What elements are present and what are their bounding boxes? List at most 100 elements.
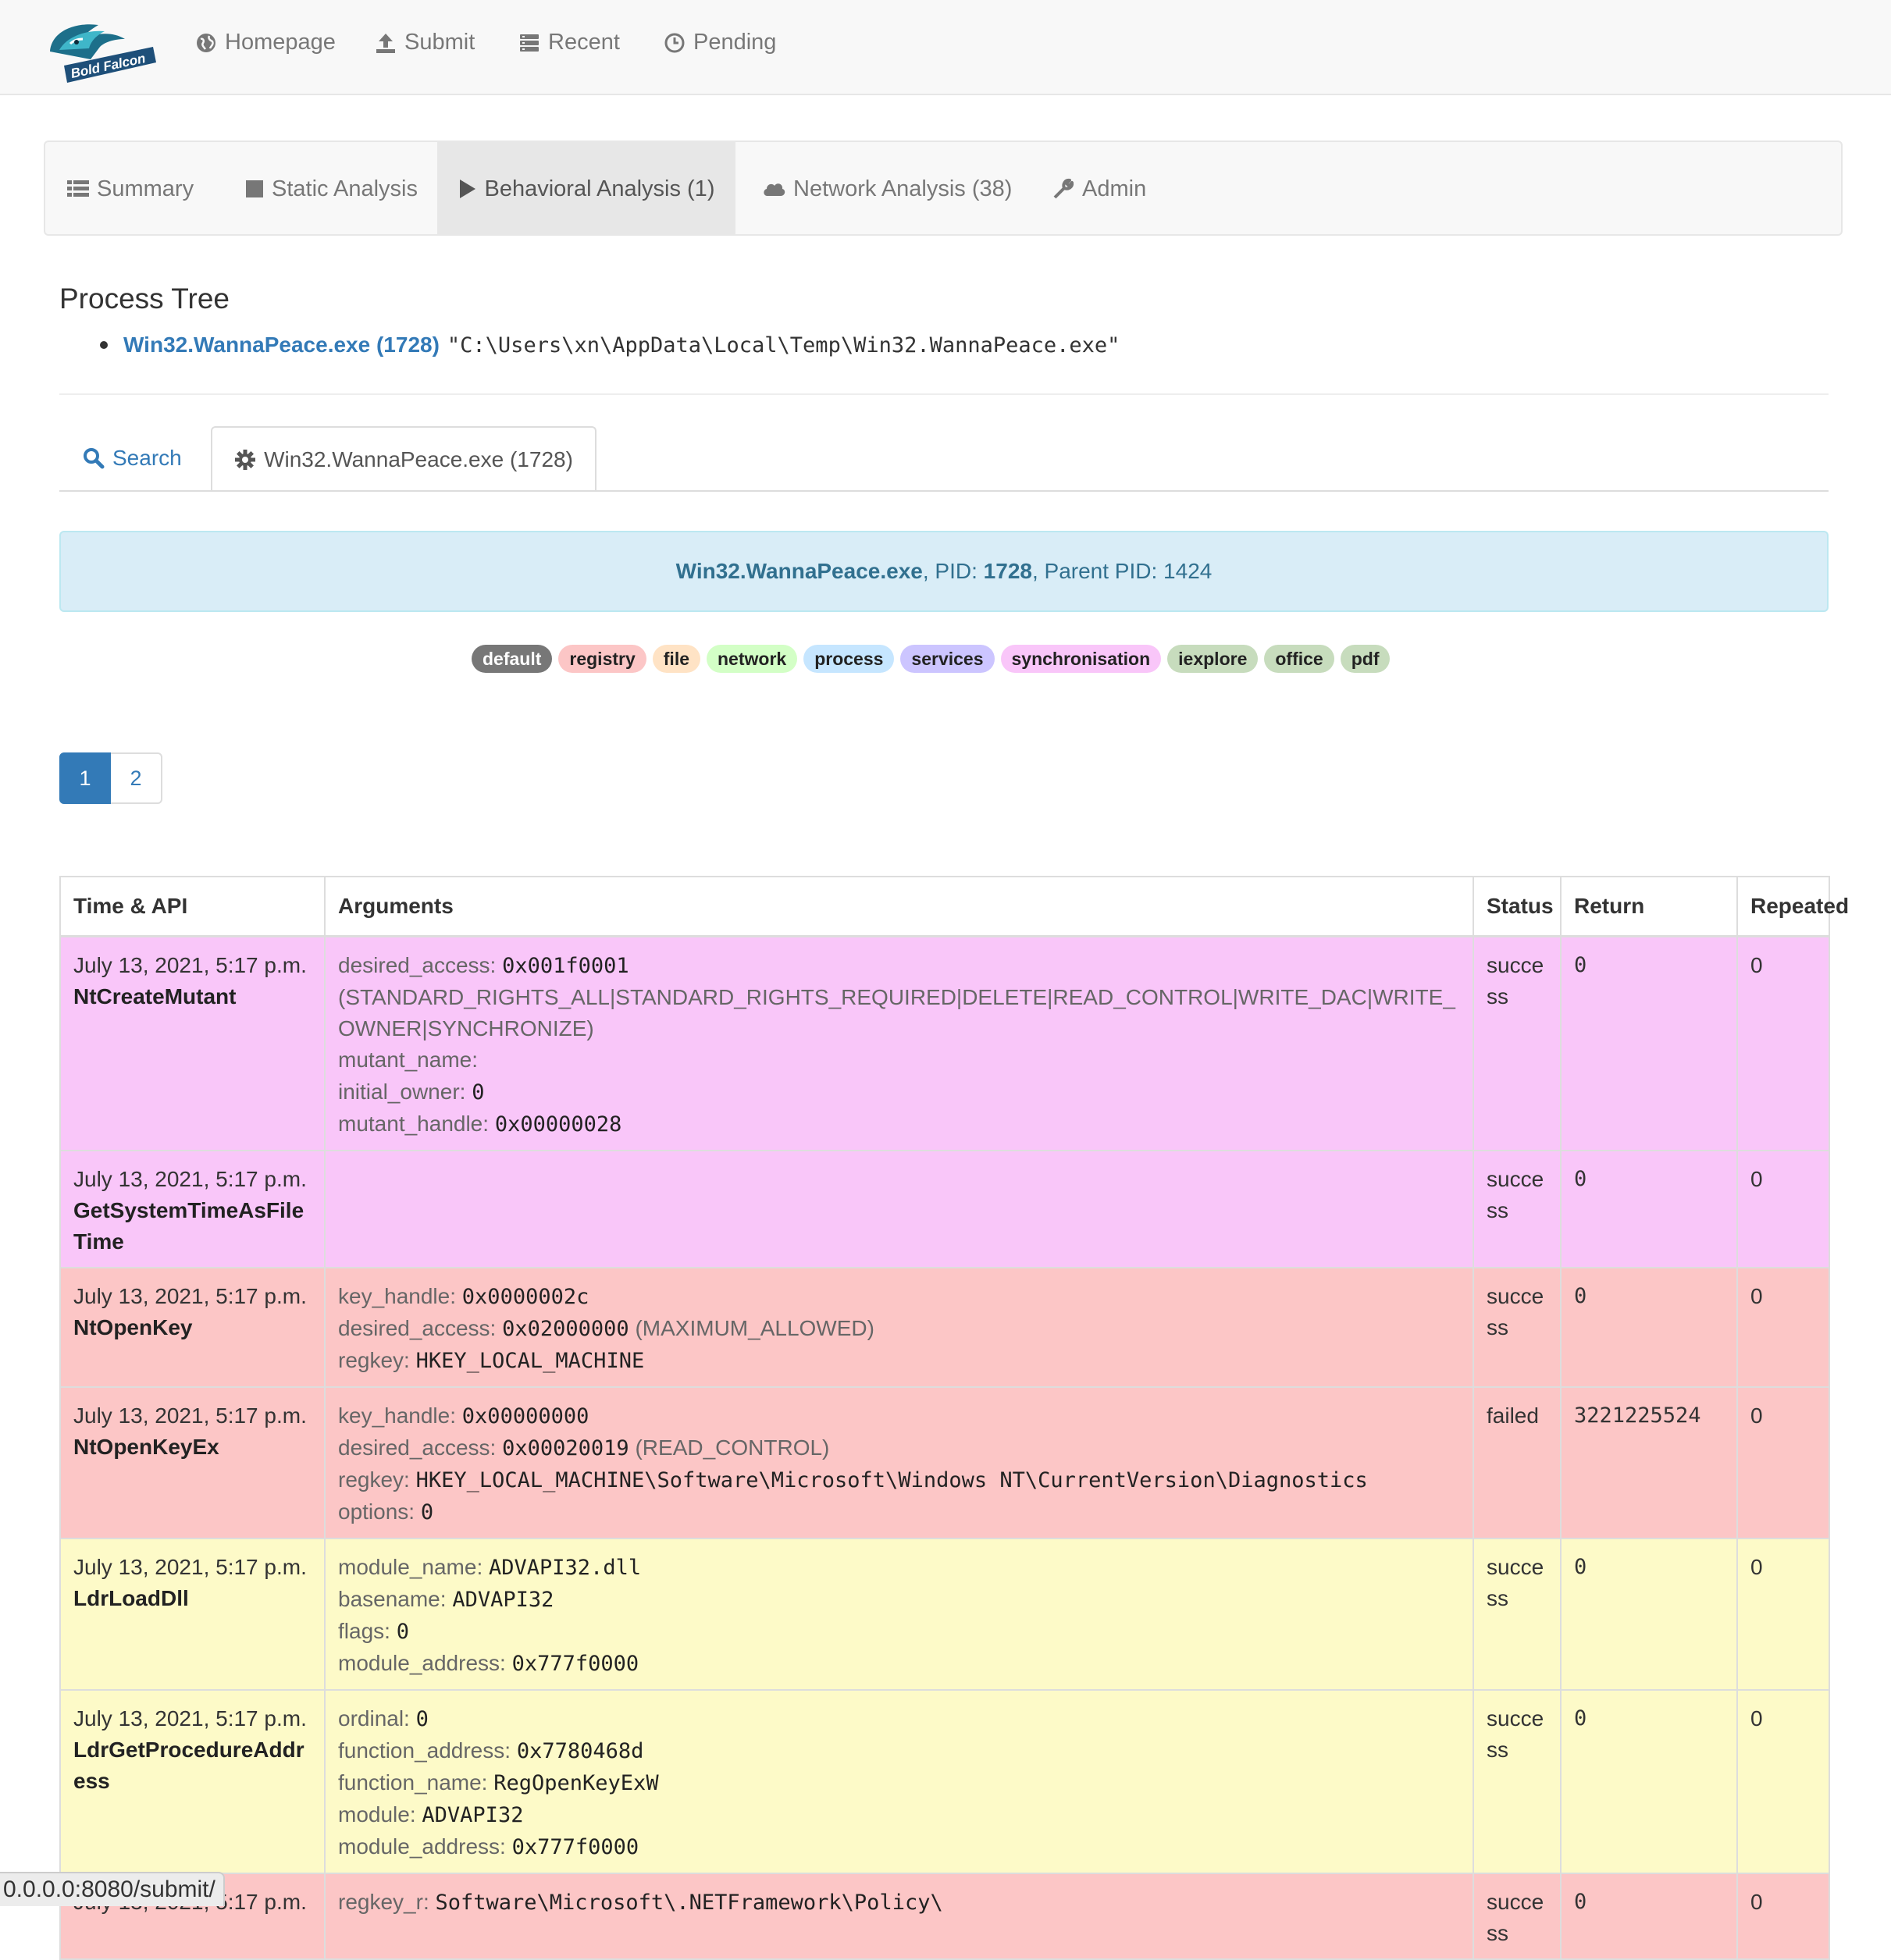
browser-status-url: 0.0.0.0:8080/submit/ xyxy=(0,1872,225,1906)
tab-process[interactable]: Win32.WannaPeace.exe (1728) xyxy=(211,426,597,492)
table-row: July 13, 2021, 5:17 p.m. LdrGetProcedureA… xyxy=(59,1689,1830,1874)
process-name: Win32.WannaPeace.exe xyxy=(675,559,923,583)
argument-line: module_address: 0x777f0000 xyxy=(338,1648,1460,1680)
tab-admin[interactable]: Admin xyxy=(1052,142,1146,236)
filter-office[interactable]: office xyxy=(1264,645,1334,673)
process-tree-item: Win32.WannaPeace.exe (1728) "C:\Users\xn… xyxy=(100,333,1120,357)
repeated-cell: 0 xyxy=(1736,935,1830,1151)
pagination: 1 2 xyxy=(59,752,162,804)
argument-line: function_address: 0x7780468d xyxy=(338,1735,1460,1767)
argument-description: (READ_CONTROL) xyxy=(635,1435,830,1460)
tab-summary[interactable]: Summary xyxy=(67,142,194,236)
arguments-cell: module_name: ADVAPI32.dll basename: ADVAP… xyxy=(324,1538,1474,1691)
nav-pending[interactable]: Pending xyxy=(664,30,776,55)
api-name: LdrLoadDll xyxy=(73,1586,189,1610)
argument-name: regkey: xyxy=(338,1348,410,1372)
filter-registry[interactable]: registry xyxy=(558,645,646,673)
filter-network[interactable]: network xyxy=(707,645,798,673)
arguments-cell: ordinal: 0 function_address: 0x7780468d fu… xyxy=(324,1689,1474,1874)
header-arguments: Arguments xyxy=(324,876,1474,937)
process-info-box: Win32.WannaPeace.exe, PID: 1728, Parent … xyxy=(59,531,1829,612)
argument-value: RegOpenKeyExW xyxy=(493,1771,659,1795)
argument-line: module: ADVAPI32 xyxy=(338,1799,1460,1831)
bold-falcon-logo[interactable]: Bold Falcon xyxy=(44,16,158,86)
call-time: July 13, 2021, 5:17 p.m. xyxy=(73,1167,307,1191)
argument-value: 0x0000002c xyxy=(461,1285,589,1309)
gear-icon xyxy=(235,450,256,470)
argument-value: 0 xyxy=(415,1707,429,1731)
argument-line: options: 0 xyxy=(338,1496,1460,1528)
tab-static-analysis[interactable]: Static Analysis xyxy=(245,142,418,236)
search-icon xyxy=(84,448,105,469)
status-cell: success xyxy=(1473,935,1562,1151)
argument-value: 0x777f0000 xyxy=(511,1652,639,1676)
filter-synchronisation[interactable]: synchronisation xyxy=(1000,645,1162,673)
tab-search[interactable]: Search xyxy=(83,426,182,490)
argument-value: ADVAPI32 xyxy=(452,1588,554,1612)
tab-network-analysis[interactable]: Network Analysis (38) xyxy=(762,142,1012,236)
return-cell: 0 xyxy=(1560,1538,1738,1691)
call-time: July 13, 2021, 5:17 p.m. xyxy=(73,1706,307,1731)
filter-pdf[interactable]: pdf xyxy=(1340,645,1391,673)
list-icon xyxy=(520,34,539,52)
argument-line: initial_owner: 0 xyxy=(338,1076,1460,1108)
pid-label: PID: xyxy=(935,559,978,583)
tab-process-label: Win32.WannaPeace.exe (1728) xyxy=(264,447,573,471)
argument-line: regkey: HKEY_LOCAL_MACHINE\Software\Micr… xyxy=(338,1464,1460,1496)
process-link[interactable]: Win32.WannaPeace.exe (1728) xyxy=(123,333,440,357)
argument-name: module_name: xyxy=(338,1555,483,1579)
api-name: GetSystemTimeAsFileTime xyxy=(73,1198,304,1254)
process-tree-title: Process Tree xyxy=(59,283,230,315)
argument-name: flags: xyxy=(338,1619,390,1643)
argument-name: module_address: xyxy=(338,1834,506,1859)
page-2-button[interactable]: 2 xyxy=(111,752,162,804)
globe-icon xyxy=(197,33,215,52)
argument-name: module_address: xyxy=(338,1651,506,1675)
parent-pid-label: Parent PID: xyxy=(1044,559,1158,583)
argument-description: (MAXIMUM_ALLOWED) xyxy=(635,1316,874,1340)
argument-name: ordinal: xyxy=(338,1706,410,1731)
tab-label: Admin xyxy=(1082,176,1147,201)
page-1-button[interactable]: 1 xyxy=(59,752,111,804)
argument-value: 0x001f0001 xyxy=(502,954,629,978)
argument-name: desired_access: xyxy=(338,1316,497,1340)
filter-default[interactable]: default xyxy=(472,645,553,673)
filter-process[interactable]: process xyxy=(803,645,895,673)
argument-value: 0x777f0000 xyxy=(511,1835,639,1859)
divider xyxy=(59,393,1829,395)
api-name: NtOpenKey xyxy=(73,1315,193,1339)
argument-value: ADVAPI32.dll xyxy=(489,1556,642,1580)
time-api-cell: July 13, 2021, 5:17 p.m. NtOpenKeyEx xyxy=(59,1386,326,1539)
arguments-cell: key_handle: 0x0000002c desired_access: 0x… xyxy=(324,1267,1474,1388)
argument-value: 0x00020019 xyxy=(502,1436,629,1460)
arguments-cell xyxy=(324,1150,1474,1268)
filter-iexplore[interactable]: iexplore xyxy=(1167,645,1259,673)
repeated-cell: 0 xyxy=(1736,1150,1830,1268)
return-cell: 0 xyxy=(1560,1873,1738,1960)
repeated-cell: 0 xyxy=(1736,1267,1830,1388)
tab-label: Behavioral Analysis (1) xyxy=(484,176,715,201)
argument-line: basename: ADVAPI32 xyxy=(338,1584,1460,1616)
argument-line: mutant_name: xyxy=(338,1044,1460,1076)
nav-recent[interactable]: Recent xyxy=(518,30,620,55)
argument-line: key_handle: 0x00000000 xyxy=(338,1400,1460,1432)
top-navbar: Bold Falcon Homepage Submit Recent Pendi… xyxy=(0,0,1891,95)
argument-name: desired_access: xyxy=(338,953,497,977)
nav-submit[interactable]: Submit xyxy=(375,30,475,55)
argument-name: mutant_handle: xyxy=(338,1112,490,1136)
argument-name: module: xyxy=(338,1802,416,1827)
table-row: July 13, 2021, 5:17 p.m. NtOpenKeyEx key_h… xyxy=(59,1386,1830,1539)
clock-icon xyxy=(664,33,685,52)
argument-line: desired_access: 0x00020019 (READ_CONTROL… xyxy=(338,1432,1460,1464)
nav-homepage[interactable]: Homepage xyxy=(195,30,336,55)
time-api-cell: July 13, 2021, 5:17 p.m. LdrGetProcedureA… xyxy=(59,1689,326,1874)
argument-value: 0x00000028 xyxy=(494,1112,622,1137)
table-row: July 13, 2021, 5:17 p.m. LdrLoadDll module… xyxy=(59,1538,1830,1691)
filter-file[interactable]: file xyxy=(652,645,700,673)
tab-behavioral-analysis[interactable]: Behavioral Analysis (1) xyxy=(437,142,735,236)
filter-services[interactable]: services xyxy=(900,645,995,673)
play-icon xyxy=(459,180,475,198)
arguments-cell: desired_access: 0x001f0001 (STANDARD_RIG… xyxy=(324,935,1474,1151)
api-name: NtCreateMutant xyxy=(73,984,237,1008)
argument-line: key_handle: 0x0000002c xyxy=(338,1281,1460,1313)
